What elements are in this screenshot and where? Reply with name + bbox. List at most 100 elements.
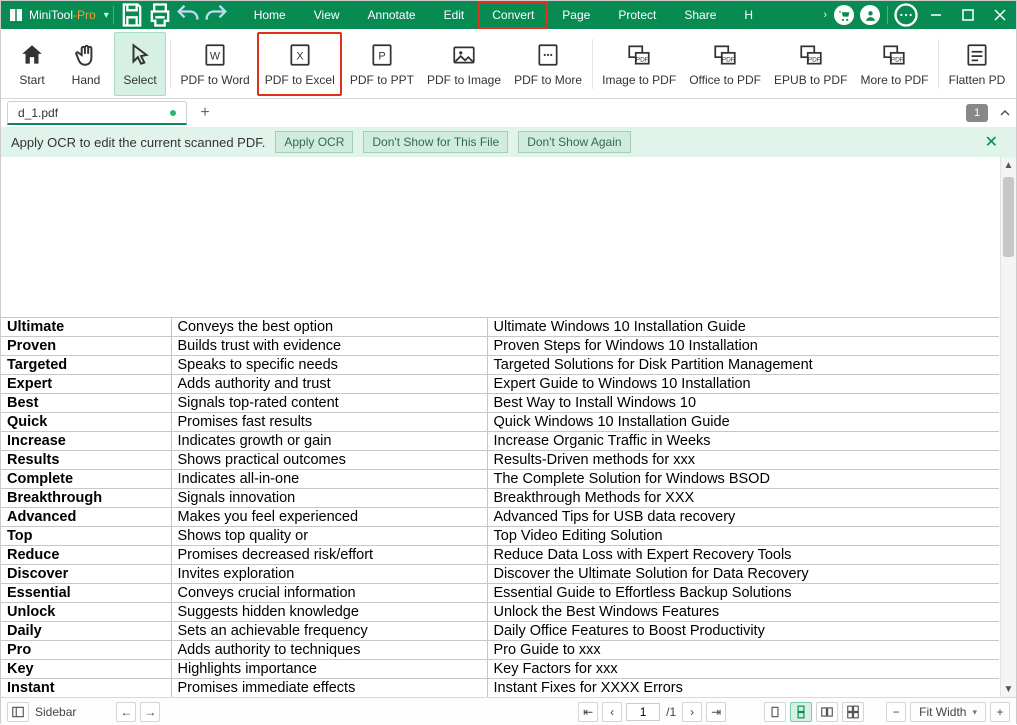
tool-pdf-to-word[interactable]: WPDF to Word xyxy=(175,32,255,96)
table-cell: Signals innovation xyxy=(171,489,487,508)
apply-ocr-button[interactable]: Apply OCR xyxy=(275,131,353,153)
vertical-scrollbar[interactable]: ▲ ▼ xyxy=(1000,157,1016,697)
user-icon[interactable] xyxy=(860,5,880,25)
close-button[interactable] xyxy=(984,1,1016,29)
status-bar: Sidebar ← → ⇤ ‹ /1 › ⇥ − Fit Width▾ + xyxy=(1,697,1016,725)
img2pdf-icon: PDF xyxy=(626,41,652,69)
zoom-out-button[interactable]: − xyxy=(886,702,906,722)
table-row: AdvancedMakes you feel experiencedAdvanc… xyxy=(1,508,999,527)
menu-view[interactable]: View xyxy=(300,1,354,29)
menu-page[interactable]: Page xyxy=(548,1,604,29)
table-cell: Makes you feel experienced xyxy=(171,508,487,527)
table-cell: Top xyxy=(1,527,171,546)
tool-hand[interactable]: Hand xyxy=(60,32,112,96)
tool-image-to-pdf[interactable]: PDFImage to PDF xyxy=(597,32,682,96)
table-row: ProAdds authority to techniquesPro Guide… xyxy=(1,641,999,660)
menu-home[interactable]: Home xyxy=(240,1,300,29)
next-page-button[interactable]: → xyxy=(140,702,160,722)
tool-select[interactable]: Select xyxy=(114,32,166,96)
ocr-close-icon[interactable]: ✕ xyxy=(977,128,1006,156)
document-viewport[interactable]: UltimateConveys the best optionUltimate … xyxy=(1,157,1000,697)
tool-pdf-to-image[interactable]: PDF to Image xyxy=(421,32,506,96)
table-row: TopShows top quality orTop Video Editing… xyxy=(1,527,999,546)
tool-label: PDF to Excel xyxy=(265,73,335,87)
view-facing-button[interactable] xyxy=(816,702,838,722)
prev-page-button[interactable]: ← xyxy=(116,702,136,722)
svg-text:PDF: PDF xyxy=(807,56,820,63)
table-row: DiscoverInvites explorationDiscover the … xyxy=(1,565,999,584)
table-cell: Unlock xyxy=(1,603,171,622)
table-cell: Best Way to Install Windows 10 xyxy=(487,394,999,413)
table-cell: Best xyxy=(1,394,171,413)
document-tab[interactable]: d_1.pdf xyxy=(7,101,187,125)
epub2pdf-icon: PDF xyxy=(798,41,824,69)
last-page-button[interactable]: ⇥ xyxy=(706,702,726,722)
table-cell: Key xyxy=(1,660,171,679)
dont-show-file-button[interactable]: Don't Show for This File xyxy=(363,131,508,153)
app-logo: MiniTool-Pro xyxy=(1,6,102,24)
table-cell: Proven xyxy=(1,337,171,356)
tab-chevron-up-icon[interactable] xyxy=(994,107,1016,119)
minimize-button[interactable] xyxy=(920,1,952,29)
scroll-up-icon[interactable]: ▲ xyxy=(1001,157,1016,173)
zoom-selector[interactable]: Fit Width▾ xyxy=(910,702,986,722)
tool-label: PDF to More xyxy=(514,73,582,87)
table-row: KeyHighlights importanceKey Factors for … xyxy=(1,660,999,679)
page-number-input[interactable] xyxy=(626,703,660,721)
more-icon xyxy=(535,41,561,69)
table-cell: Conveys the best option xyxy=(171,318,487,337)
menu-share[interactable]: Share xyxy=(670,1,730,29)
redo-icon[interactable] xyxy=(202,1,230,29)
tool-pdf-to-more[interactable]: PDF to More xyxy=(509,32,588,96)
tab-modified-dot xyxy=(170,110,176,116)
menu-annotate[interactable]: Annotate xyxy=(354,1,430,29)
page-down-button[interactable]: › xyxy=(682,702,702,722)
cart-icon[interactable] xyxy=(834,5,854,25)
view-continuous-button[interactable] xyxy=(790,702,812,722)
table-cell: Ultimate xyxy=(1,318,171,337)
menu-protect[interactable]: Protect xyxy=(604,1,670,29)
svg-text:W: W xyxy=(210,50,221,62)
table-cell: Quick xyxy=(1,413,171,432)
arrow-icon xyxy=(127,41,153,69)
menu-convert[interactable]: Convert xyxy=(478,1,548,29)
save-icon[interactable] xyxy=(118,1,146,29)
zoom-in-button[interactable]: + xyxy=(990,702,1010,722)
chevron-right-icon[interactable]: › xyxy=(823,9,827,21)
dropdown-icon[interactable]: ▾ xyxy=(104,10,109,21)
table-row: ResultsShows practical outcomesResults-D… xyxy=(1,451,999,470)
maximize-button[interactable] xyxy=(952,1,984,29)
table-cell: Instant Fixes for XXXX Errors xyxy=(487,679,999,698)
sidebar-toggle-button[interactable] xyxy=(7,702,29,722)
svg-text:P: P xyxy=(378,50,385,62)
page-up-button[interactable]: ‹ xyxy=(602,702,622,722)
scroll-down-icon[interactable]: ▼ xyxy=(1001,681,1016,697)
undo-icon[interactable] xyxy=(174,1,202,29)
tool-start[interactable]: Start xyxy=(6,32,58,96)
menu-h[interactable]: H xyxy=(730,1,767,29)
tool-flatten-pd[interactable]: Flatten PD xyxy=(943,32,1011,96)
table-cell: The Complete Solution for Windows BSOD xyxy=(487,470,999,489)
add-tab-button[interactable]: + xyxy=(193,101,217,125)
chat-icon[interactable] xyxy=(892,1,920,29)
tool-epub-to-pdf[interactable]: PDFEPUB to PDF xyxy=(769,32,853,96)
flatten-icon xyxy=(964,41,990,69)
menu-edit[interactable]: Edit xyxy=(430,1,479,29)
first-page-button[interactable]: ⇤ xyxy=(578,702,598,722)
table-cell: Pro xyxy=(1,641,171,660)
table-cell: Speaks to specific needs xyxy=(171,356,487,375)
document-table: UltimateConveys the best optionUltimate … xyxy=(1,317,999,697)
main-menu: HomeViewAnnotateEditConvertPageProtectSh… xyxy=(240,1,824,29)
tool-more-to-pdf[interactable]: PDFMore to PDF xyxy=(855,32,934,96)
view-single-button[interactable] xyxy=(764,702,786,722)
scroll-thumb[interactable] xyxy=(1003,177,1014,257)
tool-pdf-to-ppt[interactable]: PPDF to PPT xyxy=(344,32,419,96)
table-row: ReducePromises decreased risk/effortRedu… xyxy=(1,546,999,565)
table-cell: Suggests hidden knowledge xyxy=(171,603,487,622)
print-icon[interactable] xyxy=(146,1,174,29)
tool-pdf-to-excel[interactable]: XPDF to Excel xyxy=(257,32,342,96)
view-facing-continuous-button[interactable] xyxy=(842,702,864,722)
dont-show-again-button[interactable]: Don't Show Again xyxy=(518,131,630,153)
table-cell: Adds authority and trust xyxy=(171,375,487,394)
tool-office-to-pdf[interactable]: PDFOffice to PDF xyxy=(684,32,767,96)
